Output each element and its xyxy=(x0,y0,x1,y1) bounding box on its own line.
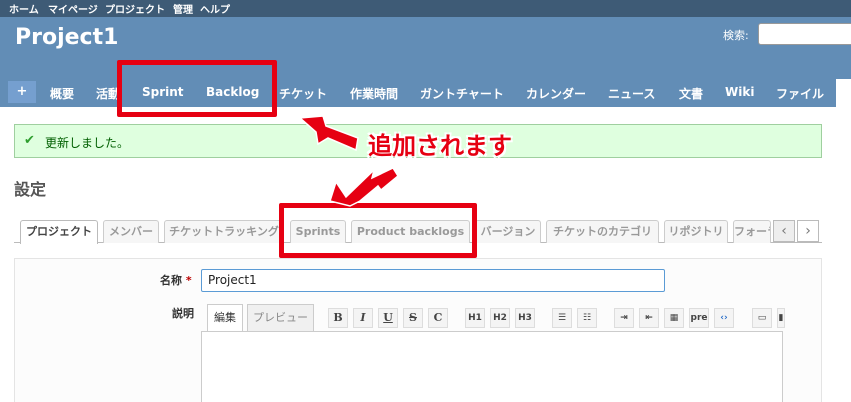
arrow-to-tabs-icon xyxy=(329,167,399,207)
annotation-label: 追加されます xyxy=(368,132,512,160)
arrow-to-menu-icon xyxy=(298,115,359,152)
annotation-arrows xyxy=(298,115,399,207)
